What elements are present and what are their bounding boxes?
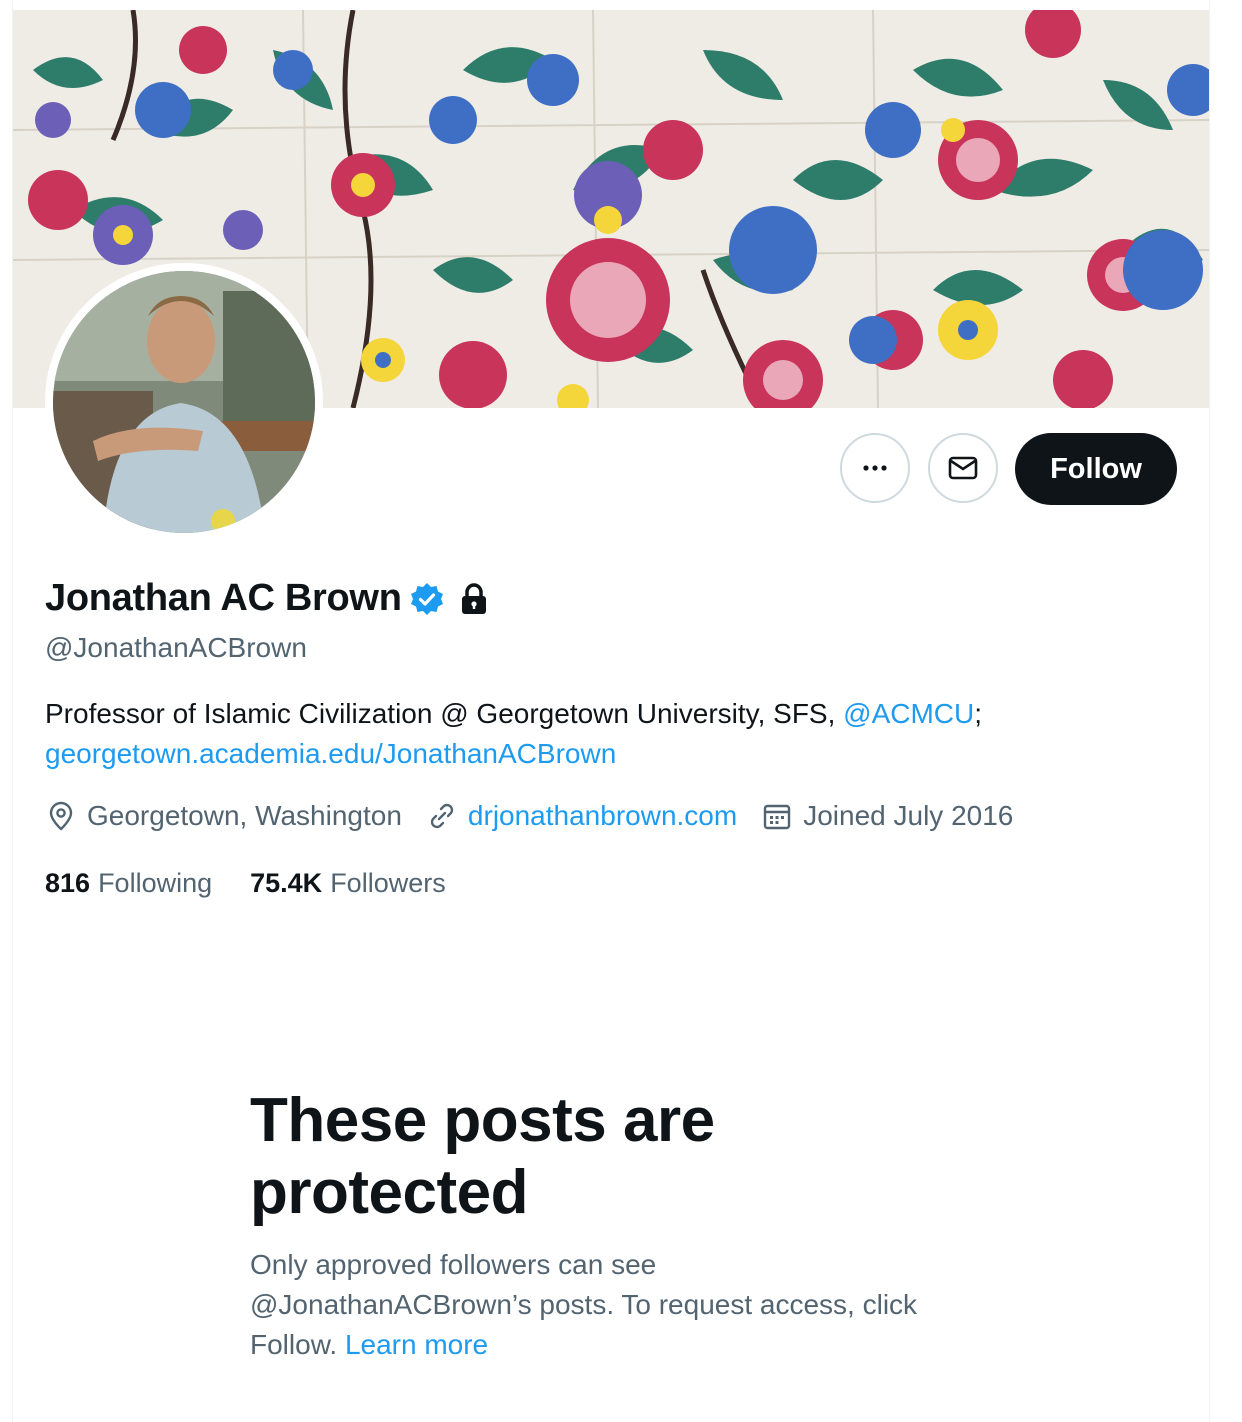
profile-avatar[interactable] bbox=[45, 263, 323, 541]
protected-description: Only approved followers can see @Jonatha… bbox=[250, 1245, 930, 1365]
avatar-photo bbox=[53, 271, 315, 533]
follow-button[interactable]: Follow bbox=[1015, 433, 1177, 505]
name-row: Jonathan AC Brown bbox=[45, 577, 490, 620]
bio-text: Professor of Islamic Civilization @ Geor… bbox=[45, 698, 844, 729]
lock-icon bbox=[461, 582, 486, 614]
website-item: drjonathanbrown.com bbox=[426, 800, 737, 832]
followers-stat[interactable]: 75.4K Followers bbox=[250, 868, 446, 899]
message-button[interactable] bbox=[928, 433, 998, 503]
location-pin-icon bbox=[49, 801, 73, 831]
protected-notice: These posts are protected Only approved … bbox=[250, 1085, 950, 1365]
verified-badge-icon[interactable] bbox=[410, 582, 444, 616]
display-name: Jonathan AC Brown bbox=[45, 577, 402, 619]
bio-punctuation: ; bbox=[974, 698, 983, 729]
joined-text: Joined July 2016 bbox=[803, 800, 1014, 831]
location-item: Georgetown, Washington bbox=[45, 800, 402, 832]
followers-label: Followers bbox=[330, 868, 446, 898]
profile-meta: Georgetown, Washington drjonathanbrown.c… bbox=[45, 800, 1037, 832]
bio-url-link[interactable]: georgetown.academia.edu/JonathanACBrown bbox=[45, 738, 616, 769]
followers-count: 75.4K bbox=[250, 868, 323, 898]
following-count: 816 bbox=[45, 868, 91, 898]
website-link[interactable]: drjonathanbrown.com bbox=[468, 800, 737, 832]
link-icon bbox=[430, 803, 454, 829]
location-text: Georgetown, Washington bbox=[87, 800, 402, 831]
profile-bio: Professor of Islamic Civilization @ Geor… bbox=[45, 694, 1165, 774]
bio-mention-link[interactable]: @ACMCU bbox=[843, 698, 974, 729]
protected-title: These posts are protected bbox=[250, 1086, 715, 1227]
following-stat[interactable]: 816 Following bbox=[45, 868, 212, 899]
profile-handle: @JonathanACBrown bbox=[45, 632, 307, 663]
joined-item: Joined July 2016 bbox=[761, 800, 1013, 832]
more-icon bbox=[863, 465, 887, 471]
profile-stats: 816 Following 75.4K Followers bbox=[45, 868, 484, 899]
more-button[interactable] bbox=[840, 433, 910, 503]
envelope-icon bbox=[948, 456, 978, 480]
following-label: Following bbox=[98, 868, 213, 898]
learn-more-link[interactable]: Learn more bbox=[345, 1329, 488, 1360]
calendar-icon bbox=[764, 804, 791, 830]
